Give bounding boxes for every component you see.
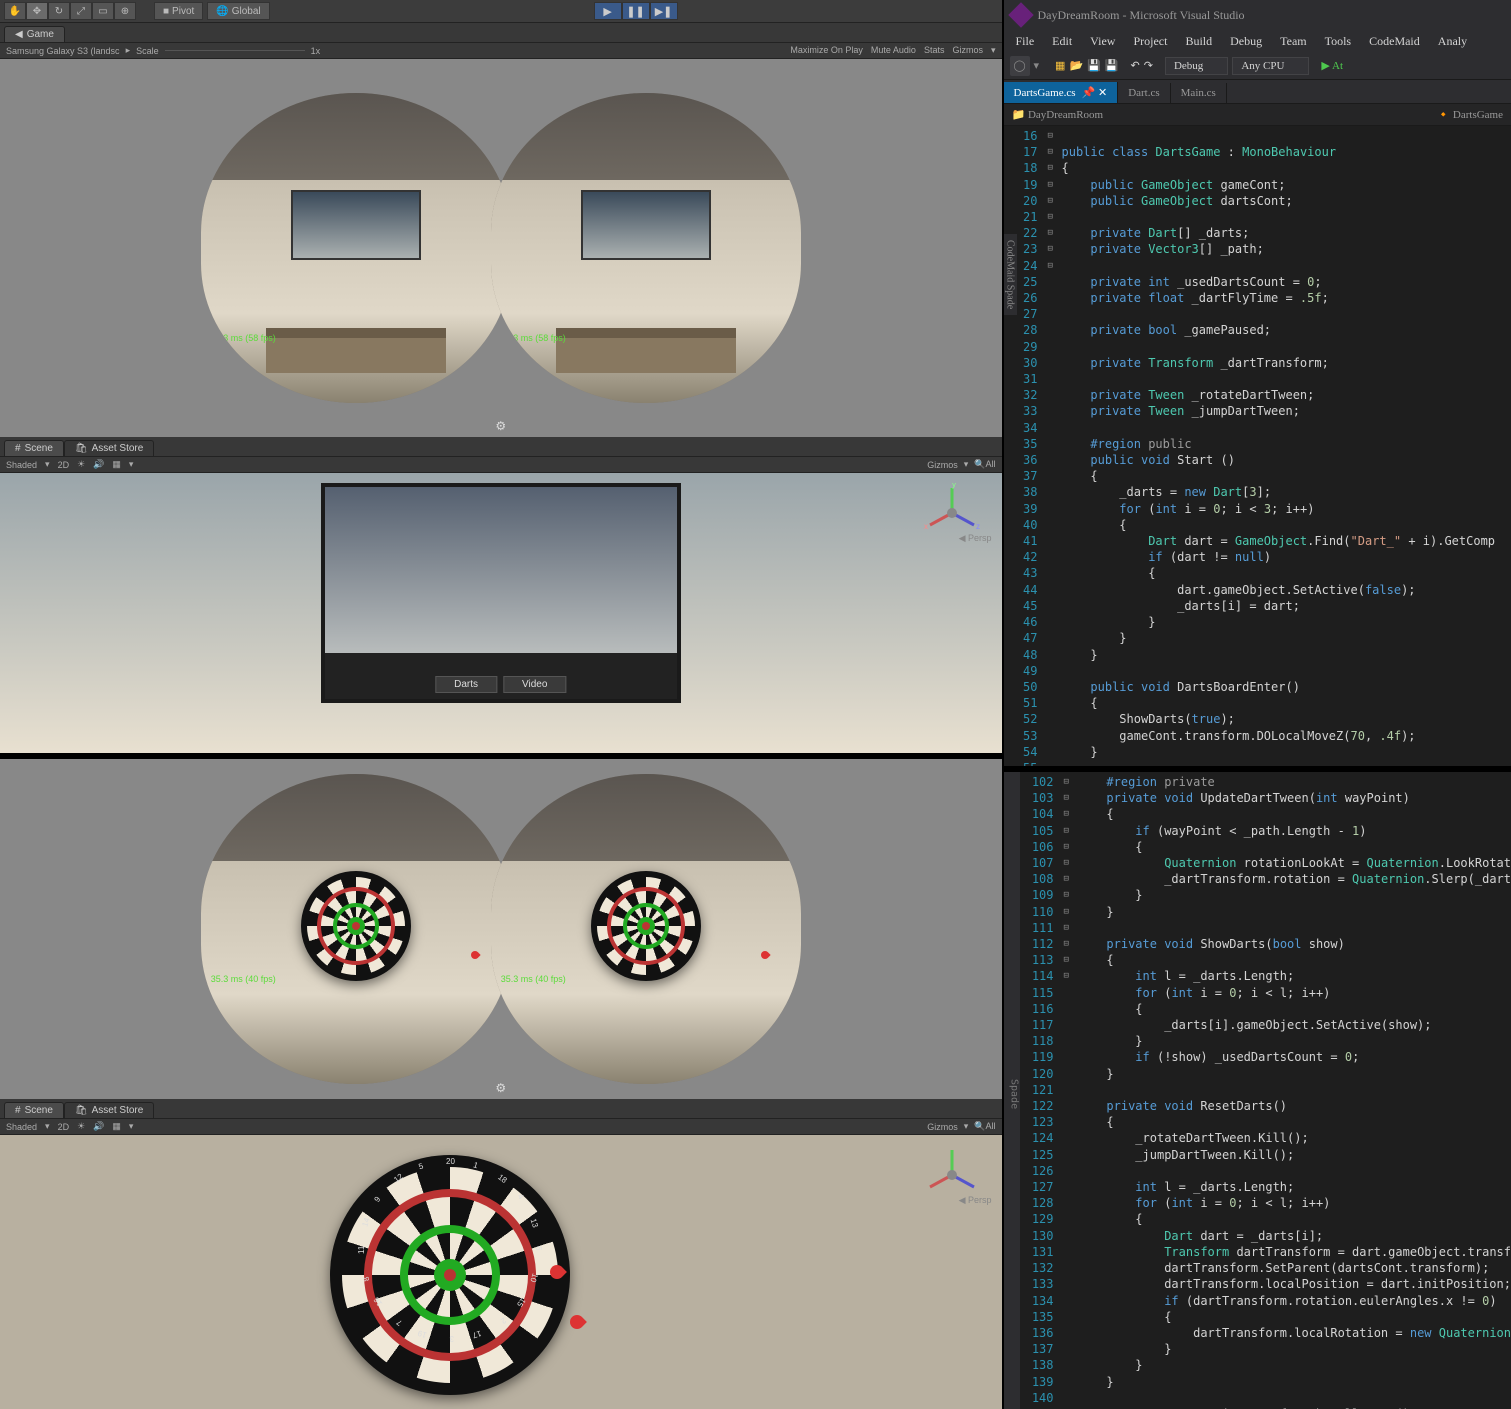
- shading-dropdown[interactable]: Shaded: [6, 1122, 37, 1132]
- menu-analy[interactable]: Analy: [1430, 32, 1475, 51]
- right-eye-view: 17.3 ms (58 fps): [491, 93, 801, 403]
- menu-file[interactable]: File: [1008, 32, 1043, 51]
- global-toggle[interactable]: 🌐 Global: [207, 2, 269, 20]
- menu-codemaid[interactable]: CodeMaid: [1361, 32, 1428, 51]
- left-eye-view: 17.3 ms (58 fps): [201, 93, 511, 403]
- fx-toggle[interactable]: ▦: [112, 459, 121, 470]
- dartboard-object[interactable]: 2011841361015217319716811149125: [330, 1155, 570, 1395]
- gizmos-toggle[interactable]: Gizmos: [952, 45, 983, 56]
- code-editor-1[interactable]: CodeMaid Spade 16 17 18 19 20 21 22 23 2…: [1004, 126, 1511, 766]
- svg-text:y: y: [952, 483, 956, 489]
- mute-toggle[interactable]: Mute Audio: [871, 45, 916, 56]
- menu-debug[interactable]: Debug: [1222, 32, 1270, 51]
- scale-tool[interactable]: ⤢: [70, 2, 92, 20]
- left-eye-view-darts: 35.3 ms (40 fps): [201, 774, 511, 1084]
- save-all-icon[interactable]: 💾: [1105, 59, 1119, 72]
- new-file-icon[interactable]: ▦: [1055, 59, 1065, 72]
- tab-asset-store[interactable]: 🛍 Asset Store: [64, 1102, 154, 1118]
- move-tool[interactable]: ✥: [26, 2, 48, 20]
- maximize-toggle[interactable]: Maximize On Play: [790, 45, 863, 56]
- tab-dartsgame[interactable]: DartsGame.cs 📌 ✕: [1004, 82, 1119, 103]
- hand-tool[interactable]: ✋: [4, 2, 26, 20]
- persp-label[interactable]: ◀ Persp: [959, 1195, 992, 1206]
- step-button[interactable]: ▶❚: [650, 2, 678, 20]
- platform-dropdown[interactable]: Any CPU: [1232, 57, 1309, 75]
- scale-value: 1x: [311, 46, 321, 56]
- search-field[interactable]: 🔍All: [974, 459, 995, 470]
- undo-icon[interactable]: ↶: [1131, 59, 1140, 72]
- config-dropdown[interactable]: Debug: [1165, 57, 1228, 75]
- tab-scene[interactable]: # Scene: [4, 1102, 64, 1118]
- menu-team[interactable]: Team: [1272, 32, 1314, 51]
- pivot-toggle[interactable]: ■ Pivot: [154, 2, 203, 20]
- unity-toolbar: ✋ ✥ ↻ ⤢ ▭ ⊕ ■ Pivot 🌐 Global ▶ ❚❚ ▶❚: [0, 0, 1002, 23]
- tab-dart[interactable]: Dart.cs: [1118, 83, 1170, 103]
- rect-tool[interactable]: ▭: [92, 2, 114, 20]
- menu-edit[interactable]: Edit: [1044, 32, 1080, 51]
- menu-project[interactable]: Project: [1125, 32, 1175, 51]
- menu-build[interactable]: Build: [1177, 32, 1220, 51]
- light-toggle[interactable]: ☀: [77, 459, 85, 470]
- dart-red[interactable]: [567, 1312, 587, 1332]
- device-dropdown[interactable]: Samsung Galaxy S3 (landsc: [6, 46, 120, 56]
- scale-label: Scale: [136, 46, 159, 56]
- audio-toggle[interactable]: 🔊: [93, 459, 104, 470]
- pause-button[interactable]: ❚❚: [622, 2, 650, 20]
- dart-icon: [469, 949, 480, 960]
- 2d-toggle[interactable]: 2D: [58, 460, 70, 470]
- svg-text:x: x: [924, 522, 928, 531]
- scene-viewport-2[interactable]: 2011841361015217319716811149125 ◀ Persp: [0, 1135, 1002, 1409]
- tab-asset-store[interactable]: 🛍 Asset Store: [64, 440, 154, 456]
- start-button[interactable]: ▶ At: [1321, 59, 1343, 72]
- vs-logo-icon: [1008, 2, 1033, 27]
- open-icon[interactable]: 📂: [1069, 59, 1083, 72]
- rotate-tool[interactable]: ↻: [48, 2, 70, 20]
- vs-menu: FileEditViewProjectBuildDebugTeamToolsCo…: [1004, 30, 1511, 52]
- menu-tools[interactable]: Tools: [1317, 32, 1360, 51]
- save-icon[interactable]: 💾: [1087, 59, 1101, 72]
- svg-text:z: z: [976, 522, 980, 531]
- table-icon: [266, 328, 446, 373]
- tab-game[interactable]: ◀ Game: [4, 26, 65, 42]
- code-editor-2[interactable]: Spade 102 103 104 105 106 107 108 109 11…: [1004, 766, 1511, 1409]
- class-crumb[interactable]: 🔸 DartsGame: [1436, 108, 1503, 121]
- gear-icon[interactable]: ⚙: [495, 1081, 506, 1095]
- game-viewport-1[interactable]: 17.3 ms (58 fps) 17.3 ms (58 fps) ⚙: [0, 59, 1002, 437]
- codemaid-spade-panel[interactable]: CodeMaid Spade: [1004, 234, 1017, 315]
- tab-scene[interactable]: # Scene: [4, 440, 64, 456]
- fps-stats: 17.3 ms (58 fps): [211, 333, 276, 343]
- persp-label[interactable]: ◀ Persp: [959, 533, 992, 544]
- dartboard-icon: [301, 871, 411, 981]
- menu-view[interactable]: View: [1082, 32, 1123, 51]
- play-button[interactable]: ▶: [594, 2, 622, 20]
- scene-viewport-1[interactable]: Darts Video y z x ◀ Persp: [0, 473, 1002, 753]
- project-crumb[interactable]: 📁 DayDreamRoom: [1012, 108, 1104, 121]
- 2d-toggle[interactable]: 2D: [58, 1122, 70, 1132]
- transform-tool[interactable]: ⊕: [114, 2, 136, 20]
- video-mode-button[interactable]: Video: [503, 676, 566, 693]
- tv-object[interactable]: Darts Video: [321, 483, 681, 703]
- tab-main[interactable]: Main.cs: [1171, 83, 1227, 103]
- shading-dropdown[interactable]: Shaded: [6, 460, 37, 470]
- right-eye-view-darts: 35.3 ms (40 fps): [491, 774, 801, 1084]
- darts-mode-button[interactable]: Darts: [435, 676, 497, 693]
- gizmos-dropdown[interactable]: Gizmos: [927, 460, 958, 470]
- vs-toolbar: ◯▾ ▦ 📂 💾 💾 ↶ ↷ Debug Any CPU ▶ At: [1004, 52, 1511, 80]
- tv-screen-icon: [291, 190, 421, 260]
- redo-icon[interactable]: ↷: [1144, 59, 1153, 72]
- spade-side-2[interactable]: Spade: [1004, 772, 1020, 1409]
- nav-back-button[interactable]: ◯: [1010, 56, 1030, 76]
- window-title: DayDreamRoom - Microsoft Visual Studio: [1038, 8, 1245, 23]
- stats-toggle[interactable]: Stats: [924, 45, 945, 56]
- game-viewport-2[interactable]: 35.3 ms (40 fps) 35.3 ms (40 fps) ⚙: [0, 759, 1002, 1099]
- vs-titlebar: DayDreamRoom - Microsoft Visual Studio: [1004, 0, 1511, 30]
- gear-icon[interactable]: ⚙: [495, 419, 506, 433]
